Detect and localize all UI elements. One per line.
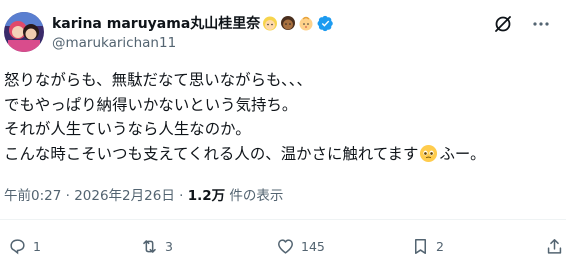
retweet-icon (143, 239, 156, 253)
baby-emoji (298, 15, 314, 31)
tweet-line-4-suffix: ふー。 (439, 144, 486, 163)
dark-person-emoji (280, 15, 296, 31)
bookmark-icon (414, 238, 427, 254)
tweet-line-4: こんな時こそいつも支えてくれる人の、温かさに触れてます ふー。 (4, 142, 564, 167)
name-row: karina maruyama丸山桂里奈 (52, 14, 334, 32)
share-button[interactable] (545, 236, 564, 256)
heart-icon (278, 238, 293, 254)
reply-count: 1 (33, 238, 41, 254)
author-info: karina maruyama丸山桂里奈 @marukarichan11 (52, 14, 334, 51)
bookmark-button[interactable]: 2 (411, 236, 444, 256)
retweet-count: 3 (165, 238, 173, 254)
reply-icon (10, 238, 25, 254)
tweet-meta: 午前0:27 · 2026年2月26日 · 1.2万 件の表示 (4, 184, 283, 204)
display-name[interactable]: karina maruyama丸山桂里奈 (52, 13, 260, 33)
tweet-card: karina maruyama丸山桂里奈 @marukarichan11 怒りな… (0, 0, 566, 261)
views-count: 1.2万 (187, 188, 226, 204)
more-icon[interactable] (531, 14, 551, 34)
share-icon (547, 238, 562, 254)
avatar[interactable] (4, 12, 44, 52)
tweet-time[interactable]: 午前0:27 · 2026年2月26日 · (4, 188, 188, 204)
like-count: 145 (301, 238, 325, 254)
reply-button[interactable]: 1 (8, 236, 41, 256)
verified-badge-icon[interactable] (317, 15, 334, 32)
tweet-text: 怒りながらも、無駄だなて思いながらも、、、 でもやっぱり納得いかないという気持ち… (4, 68, 564, 166)
handle[interactable]: @marukarichan11 (52, 35, 334, 51)
like-button[interactable]: 145 (276, 236, 325, 256)
retweet-button[interactable]: 3 (140, 236, 173, 256)
tweet-line-4-text: こんな時こそいつも支えてくれる人の、温かさに触れてます (4, 144, 419, 163)
grok-icon[interactable] (493, 14, 513, 34)
divider (0, 219, 566, 220)
tweet-line-1: 怒りながらも、無駄だなて思いながらも、、、 (4, 71, 312, 89)
tweet-line-3: それが人生ていうなら人生なのか。 (4, 120, 251, 138)
pleading-face-emoji (419, 144, 438, 163)
tweet-line-2: でもやっぱり納得いかないという気持ち。 (4, 95, 298, 114)
bookmark-count: 2 (436, 238, 444, 254)
blonde-person-emoji (262, 15, 278, 31)
views-label: 件の表示 (225, 188, 284, 204)
